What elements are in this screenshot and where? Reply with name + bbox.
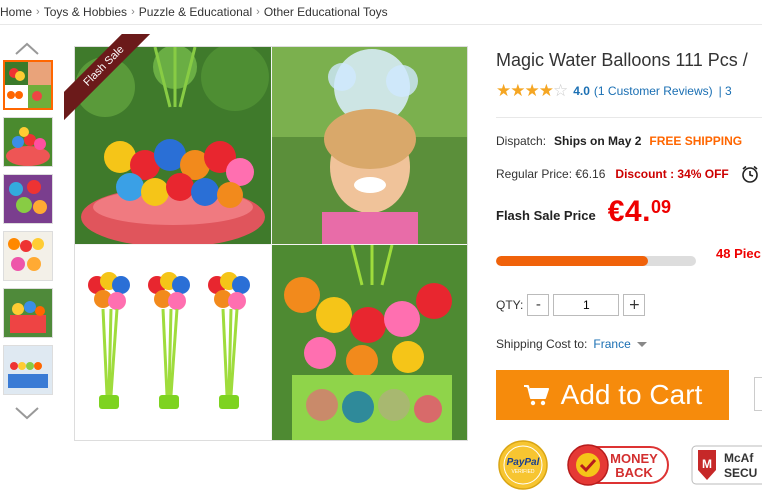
breadcrumb-toys-hobbies[interactable]: Toys & Hobbies bbox=[44, 5, 127, 19]
secure-text: SECU bbox=[724, 466, 757, 480]
back-text: BACK bbox=[615, 465, 653, 480]
svg-text:M: M bbox=[702, 457, 712, 471]
thumbnail-5[interactable] bbox=[3, 288, 53, 338]
qty-decrease-button[interactable]: - bbox=[527, 294, 550, 316]
regular-price: Regular Price: €6.16 bbox=[496, 167, 606, 181]
chevron-right-icon: › bbox=[36, 6, 40, 18]
quantity-row: QTY: - + bbox=[496, 294, 646, 316]
rating-more[interactable]: | 3 bbox=[719, 84, 732, 98]
balloon-bunches-photo bbox=[75, 245, 271, 440]
reviews-link[interactable]: (1 Customer Reviews) bbox=[594, 84, 713, 98]
thumbnail-1[interactable] bbox=[3, 60, 53, 110]
money-text: MONEY bbox=[610, 451, 658, 466]
paypal-text: PayPal bbox=[507, 457, 540, 468]
chevron-right-icon: › bbox=[131, 6, 135, 18]
mcafee-text: McAf bbox=[724, 451, 754, 465]
breadcrumb-home[interactable]: Home bbox=[0, 5, 32, 19]
chevron-down-icon[interactable] bbox=[14, 406, 40, 420]
product-main-image[interactable] bbox=[74, 46, 468, 441]
paypal-verified-text: VERIFIED bbox=[511, 469, 534, 475]
balloon-bowl-photo bbox=[75, 47, 271, 244]
breadcrumb-puzzle-educational[interactable]: Puzzle & Educational bbox=[139, 5, 252, 19]
qty-increase-button[interactable]: + bbox=[623, 294, 646, 316]
balloon-bucket-photo bbox=[272, 245, 467, 440]
shipping-cost-row: Shipping Cost to: France bbox=[496, 337, 647, 351]
wishlist-button[interactable] bbox=[754, 377, 762, 411]
alarm-clock-icon bbox=[741, 165, 758, 183]
divider bbox=[496, 117, 762, 118]
thumbnail-3[interactable] bbox=[3, 174, 53, 224]
caret-down-icon[interactable] bbox=[636, 341, 647, 347]
thumbnail-4[interactable] bbox=[3, 231, 53, 281]
shipping-cost-label: Shipping Cost to: bbox=[496, 337, 588, 351]
flash-price-row: Flash Sale Price €4. 09 bbox=[496, 195, 671, 229]
sold-progress-bar bbox=[496, 256, 696, 266]
discount-label: Discount : 34% OFF bbox=[615, 167, 729, 181]
star-rating-icon: ★★★★☆ bbox=[496, 81, 568, 100]
thumbnail-strip bbox=[3, 60, 53, 402]
rating-score: 4.0 bbox=[573, 84, 590, 98]
thumbnail-6[interactable] bbox=[3, 345, 53, 395]
flash-price-cents: 09 bbox=[650, 197, 671, 217]
sold-progress-fill bbox=[496, 256, 648, 266]
product-title: Magic Water Balloons 111 Pcs / bbox=[496, 50, 748, 70]
mcafee-secure-badge: M McAf SECU bbox=[691, 445, 762, 485]
flash-price: €4. bbox=[607, 195, 651, 228]
chevron-right-icon: › bbox=[256, 6, 260, 18]
chevron-up-icon[interactable] bbox=[14, 42, 40, 56]
divider bbox=[0, 24, 762, 25]
rating-row: ★★★★☆ 4.0 (1 Customer Reviews) | 3 bbox=[496, 81, 732, 100]
qty-label: QTY: bbox=[496, 298, 524, 312]
shipping-country-select[interactable]: France bbox=[593, 337, 630, 351]
free-shipping-label: FREE SHIPPING bbox=[649, 134, 743, 148]
add-to-cart-button[interactable]: Add to Cart bbox=[496, 370, 729, 420]
money-back-badge: MONEY BACK bbox=[567, 444, 669, 486]
breadcrumb: Home › Toys & Hobbies › Puzzle & Educati… bbox=[0, 4, 388, 20]
dispatch-label: Dispatch: bbox=[496, 134, 547, 148]
regular-price-row: Regular Price: €6.16 Discount : 34% OFF bbox=[496, 165, 759, 183]
qty-input[interactable] bbox=[553, 294, 620, 316]
girl-splash-photo bbox=[272, 47, 467, 244]
ships-date: Ships on May 2 bbox=[554, 134, 642, 148]
dispatch-row: Dispatch: Ships on May 2 FREE SHIPPING bbox=[496, 134, 742, 148]
paypal-verified-badge: PayPal VERIFIED bbox=[498, 440, 548, 490]
pieces-remaining: 48 Piec bbox=[716, 246, 761, 261]
add-to-cart-label: Add to Cart bbox=[560, 379, 703, 410]
flash-price-label: Flash Sale Price bbox=[496, 207, 596, 223]
breadcrumb-other-educational-toys[interactable]: Other Educational Toys bbox=[264, 5, 388, 19]
thumbnail-2[interactable] bbox=[3, 117, 53, 167]
cart-icon bbox=[523, 385, 549, 406]
